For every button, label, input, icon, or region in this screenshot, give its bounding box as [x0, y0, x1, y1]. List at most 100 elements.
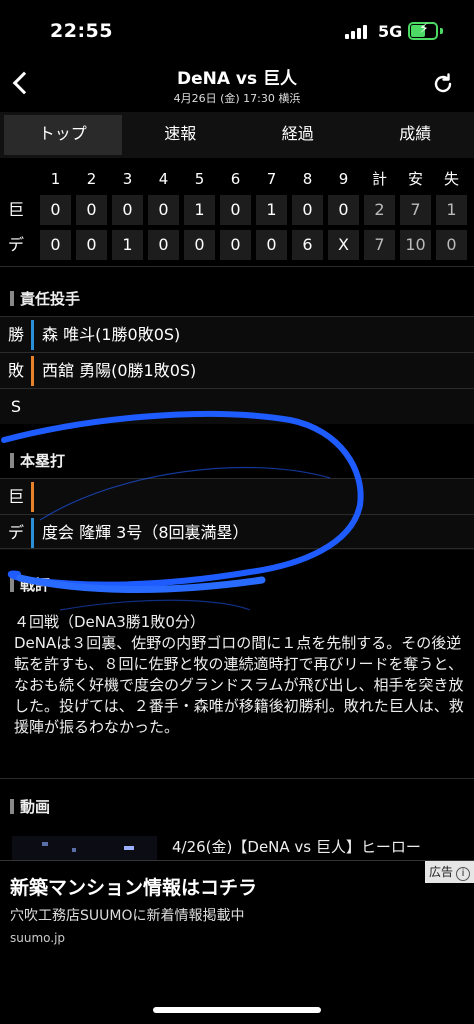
divider: [0, 548, 474, 549]
scoreboard-row: デ 0 0 1 0 0 0 0 6 X 7 10 0: [0, 230, 474, 262]
inning-header: 失: [443, 170, 459, 188]
inning-score: 0: [148, 195, 179, 225]
game-date-venue: 4月26日 (金) 17:30 横浜: [173, 92, 301, 105]
home-indicator[interactable]: [153, 1007, 321, 1013]
inning-score: 0: [184, 230, 215, 260]
tab-live[interactable]: 速報: [122, 112, 240, 158]
inning-header: 2: [86, 170, 97, 188]
ad-banner[interactable]: 広告 i 新築マンション情報はコチラ 穴吹工務店SUUMOに新着情報掲載中 suu…: [0, 860, 474, 1024]
team-color-stripe: [31, 482, 34, 512]
review-lead: ４回戦（DeNA3勝1敗0分）: [14, 613, 205, 631]
inning-score: 0: [148, 230, 179, 260]
total-score: 7: [400, 195, 431, 225]
ad-subtitle: 穴吹工務店SUUMOに新着情報掲載中: [10, 908, 245, 924]
game-header: DeNA vs 巨人 4月26日 (金) 17:30 横浜: [0, 60, 474, 110]
pitchers-row: S: [0, 388, 474, 424]
total-score: 0: [436, 230, 467, 260]
scoreboard-row: 巨000010100271: [0, 195, 474, 227]
team-abbrev: デ: [7, 235, 24, 254]
homeruns-row: デ度会 隆輝 3号（8回裏満塁）: [0, 514, 474, 550]
inning-header: 3: [122, 170, 133, 188]
row-key: S: [10, 397, 22, 416]
status-time: 22:55: [50, 20, 113, 42]
status-bar: 22:55 5G ⚡: [0, 0, 474, 60]
team-color-stripe: [31, 518, 34, 548]
row-key: 敗: [7, 361, 24, 380]
inning-score: 6: [292, 230, 323, 260]
video-thumbnail[interactable]: [12, 836, 157, 860]
battery-icon: ⚡: [408, 21, 438, 40]
total-score: 10: [400, 230, 431, 260]
inning-score: 0: [40, 230, 71, 260]
section-title: 本塁打: [20, 452, 66, 470]
section-title: 動画: [20, 798, 51, 816]
scoreboard-header: 1 2 3 4 5 6 7 8 9 計 安 失: [0, 166, 474, 192]
ad-title[interactable]: 新築マンション情報はコチラ: [10, 873, 257, 900]
total-score: 1: [436, 195, 467, 225]
inning-header: 4: [158, 170, 169, 188]
info-icon[interactable]: i: [456, 867, 470, 881]
inning-header: 7: [266, 170, 277, 188]
ad-url: suumo.jp: [10, 931, 66, 945]
total-score: 7: [364, 230, 395, 260]
row-key: 巨: [7, 487, 24, 506]
ad-tag-text: 広告: [428, 865, 453, 879]
section-review: 戦評: [0, 566, 474, 602]
network-type: 5G: [378, 22, 403, 41]
inning-score: 0: [220, 230, 251, 260]
team-color-stripe: [31, 320, 34, 350]
row-value: 度会 隆輝 3号（8回裏満塁）: [42, 523, 249, 542]
tab-bar: トップ 速報 経過 成績: [0, 112, 474, 158]
team-color-stripe: [31, 392, 34, 422]
team-abbrev: 巨: [7, 200, 24, 219]
row-value: 西舘 勇陽(0勝1敗0S): [42, 361, 197, 380]
review-body: DeNAは３回裏、佐野の内野ゴロの間に１点を先制する。その後逆転を許すも、８回に…: [14, 634, 464, 736]
section-pitchers: 責任投手: [0, 280, 474, 316]
homeruns-row: 巨: [0, 478, 474, 514]
tab-progress[interactable]: 経過: [239, 112, 357, 158]
team-color-stripe: [31, 356, 34, 386]
total-score: 2: [364, 195, 395, 225]
inning-score: 0: [292, 195, 323, 225]
video-title[interactable]: 4/26(金)【DeNA vs 巨人】ヒーロー: [172, 836, 421, 857]
inning-header: 9: [338, 170, 349, 188]
row-key: 勝: [7, 325, 24, 344]
inning-score: 0: [40, 195, 71, 225]
inning-header: 1: [50, 170, 61, 188]
scoreboard: 1 2 3 4 5 6 7 8 9 計安失巨 0 0 0 0 1 0 1 0 0 2 7 1 デ 0 0 1 0 0 0 0 6 X 7 10 0: [0, 166, 474, 265]
ad-label[interactable]: 広告 i: [424, 861, 474, 883]
section-title: 責任投手: [20, 290, 81, 308]
row-value: 森 唯斗(1勝0敗0S): [42, 325, 181, 344]
section-homeruns: 本塁打: [0, 442, 474, 478]
inning-score: 1: [112, 230, 143, 260]
battery-tip: [440, 28, 443, 34]
inning-header: 6: [230, 170, 241, 188]
page-title: DeNA vs 巨人: [176, 69, 298, 89]
section-video: 動画: [0, 788, 474, 824]
inning-header: 5: [194, 170, 205, 188]
inning-score: 1: [256, 195, 287, 225]
cellular-signal-icon: [345, 25, 371, 39]
section-title: 戦評: [20, 576, 51, 594]
inning-score: 0: [328, 195, 359, 225]
row-key: デ: [7, 523, 24, 542]
divider: [0, 266, 474, 267]
inning-score: 0: [112, 195, 143, 225]
inning-score: 0: [76, 230, 107, 260]
inning-score: 1: [184, 195, 215, 225]
inning-score: 0: [220, 195, 251, 225]
inning-score: X: [328, 230, 359, 260]
game-review: ４回戦（DeNA3勝1敗0分） DeNAは３回裏、佐野の内野ゴロの間に１点を先制…: [14, 612, 466, 738]
inning-header: 8: [302, 170, 313, 188]
tab-top[interactable]: トップ: [4, 115, 122, 155]
tab-stats[interactable]: 成績: [357, 112, 474, 158]
inning-score: 0: [76, 195, 107, 225]
inning-header: 安: [407, 170, 423, 188]
inning-header: 計: [371, 170, 387, 188]
video-item[interactable]: 4/26(金)【DeNA vs 巨人】ヒーロー: [0, 826, 474, 860]
pitchers-row: 勝森 唯斗(1勝0敗0S): [0, 316, 474, 352]
reload-icon[interactable]: [431, 72, 455, 96]
pitchers-row: 敗西舘 勇陽(0勝1敗0S): [0, 352, 474, 388]
divider: [0, 778, 474, 779]
inning-score: 0: [256, 230, 287, 260]
